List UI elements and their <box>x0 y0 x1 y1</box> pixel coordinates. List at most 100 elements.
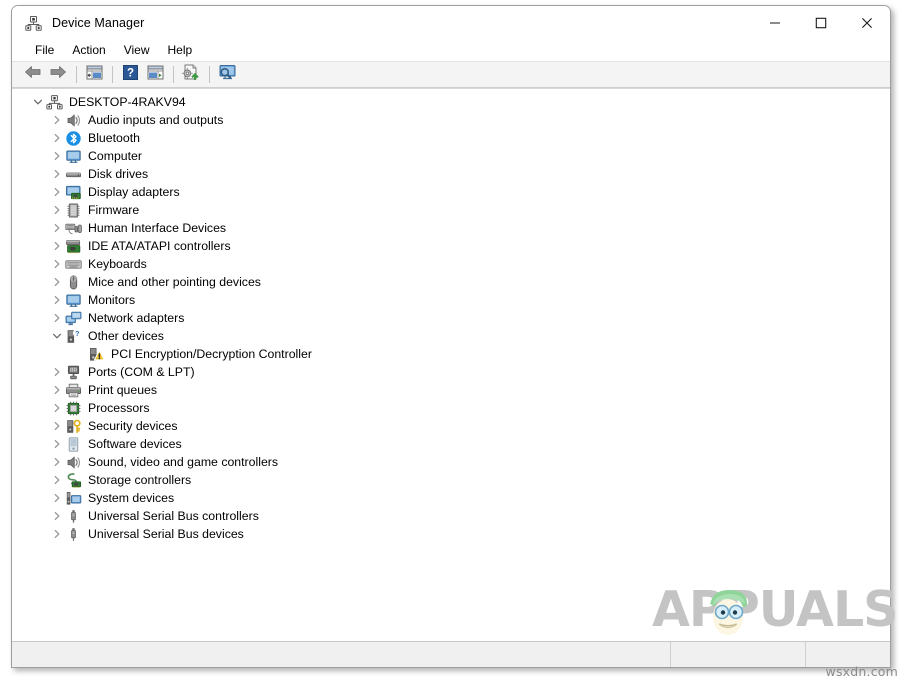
chevron-right-icon[interactable] <box>49 417 65 435</box>
menu-file[interactable]: File <box>26 41 63 60</box>
chevron-right-icon[interactable] <box>49 435 65 453</box>
storage-controller-icon <box>65 472 82 489</box>
back-button[interactable] <box>21 64 45 86</box>
close-button[interactable] <box>844 6 890 40</box>
window-controls <box>752 6 890 40</box>
unknown-device-warning-icon <box>88 346 105 363</box>
title-bar: Device Manager <box>12 6 890 40</box>
tree-node-human-interface-devices[interactable]: Human Interface Devices <box>12 219 890 237</box>
update-driver-button[interactable] <box>179 64 203 86</box>
tree-node-ports-com-and-lpt[interactable]: Ports (COM & LPT) <box>12 363 890 381</box>
scan-hardware-changes-button[interactable] <box>215 64 239 86</box>
monitor-icon <box>65 292 82 309</box>
tree-node-processors[interactable]: Processors <box>12 399 890 417</box>
tree-node-software-devices[interactable]: Software devices <box>12 435 890 453</box>
forward-button[interactable] <box>46 64 70 86</box>
chevron-right-icon[interactable] <box>49 507 65 525</box>
device-tree-pane[interactable]: DESKTOP-4RAKV94 Audio inputs and outputs B… <box>12 88 890 641</box>
tree-node-ide-ata-atapi-controllers[interactable]: IDE ATA/ATAPI controllers <box>12 237 890 255</box>
tree-node-label: Storage controllers <box>88 473 192 487</box>
tree-node-label: Bluetooth <box>88 131 140 145</box>
tree-node-label: Processors <box>88 401 150 415</box>
tree-node-label: Network adapters <box>88 311 185 325</box>
chevron-right-icon[interactable] <box>49 399 65 417</box>
screen-root: Device Manager File Action View Help ? D… <box>0 0 904 681</box>
tree-node-universal-serial-bus-controllers[interactable]: Universal Serial Bus controllers <box>12 507 890 525</box>
tree-node-disk-drives[interactable]: Disk drives <box>12 165 890 183</box>
tree-node-label: Ports (COM & LPT) <box>88 365 195 379</box>
minimize-button[interactable] <box>752 6 798 40</box>
tree-node-label: Display adapters <box>88 185 180 199</box>
network-adapter-icon <box>65 310 82 327</box>
menu-action[interactable]: Action <box>63 41 114 60</box>
mouse-icon <box>65 274 82 291</box>
chevron-down-icon[interactable] <box>30 93 46 111</box>
properties-panel-icon <box>147 65 164 85</box>
ide-controller-icon <box>65 238 82 255</box>
tree-node-bluetooth[interactable]: Bluetooth <box>12 129 890 147</box>
chevron-right-icon[interactable] <box>49 219 65 237</box>
svg-text:?: ? <box>75 329 80 338</box>
chevron-right-icon[interactable] <box>49 363 65 381</box>
tree-node-mice-and-other-pointing-devices[interactable]: Mice and other pointing devices <box>12 273 890 291</box>
tree-node-monitors[interactable]: Monitors <box>12 291 890 309</box>
security-key-icon <box>65 418 82 435</box>
tree-node-label: IDE ATA/ATAPI controllers <box>88 239 231 253</box>
site-tag: wsxdn.com <box>825 664 898 679</box>
tree-node-firmware[interactable]: Firmware <box>12 201 890 219</box>
status-cell-2 <box>671 642 805 668</box>
chevron-right-icon[interactable] <box>49 165 65 183</box>
chevron-right-icon[interactable] <box>49 525 65 543</box>
menu-view[interactable]: View <box>115 41 159 60</box>
chevron-right-icon[interactable] <box>49 471 65 489</box>
menu-help[interactable]: Help <box>159 41 202 60</box>
chevron-down-icon[interactable] <box>49 327 65 345</box>
tree-root-node[interactable]: DESKTOP-4RAKV94 <box>12 93 890 111</box>
tree-node-pci-encryption-decryption-controller[interactable]: PCI Encryption/Decryption Controller <box>12 345 890 363</box>
chevron-right-icon[interactable] <box>49 129 65 147</box>
chevron-right-icon[interactable] <box>49 381 65 399</box>
speaker-icon <box>65 454 82 471</box>
console-tree-icon <box>86 65 103 85</box>
other-device-icon: ? <box>65 328 82 345</box>
chevron-right-icon[interactable] <box>49 273 65 291</box>
toolbar: ? <box>12 62 890 88</box>
tree-node-keyboards[interactable]: Keyboards <box>12 255 890 273</box>
chevron-right-icon[interactable] <box>49 453 65 471</box>
properties-button[interactable] <box>143 64 167 86</box>
arrow-left-icon <box>24 65 42 84</box>
chevron-right-icon[interactable] <box>49 201 65 219</box>
tree-node-system-devices[interactable]: System devices <box>12 489 890 507</box>
software-device-icon <box>65 436 82 453</box>
processor-icon <box>65 400 82 417</box>
tree-node-display-adapters[interactable]: Display adapters <box>12 183 890 201</box>
monitor-icon <box>65 148 82 165</box>
tree-node-storage-controllers[interactable]: Storage controllers <box>12 471 890 489</box>
tree-node-network-adapters[interactable]: Network adapters <box>12 309 890 327</box>
chevron-right-icon[interactable] <box>49 111 65 129</box>
tree-node-label: DESKTOP-4RAKV94 <box>69 95 186 109</box>
tree-node-audio-inputs-and-outputs[interactable]: Audio inputs and outputs <box>12 111 890 129</box>
tree-node-print-queues[interactable]: Print queues <box>12 381 890 399</box>
tree-node-other-devices[interactable]: ? Other devices <box>12 327 890 345</box>
tree-node-computer[interactable]: Computer <box>12 147 890 165</box>
chevron-right-icon[interactable] <box>49 291 65 309</box>
tree-node-sound-video-and-game-controllers[interactable]: Sound, video and game controllers <box>12 453 890 471</box>
tree-node-universal-serial-bus-devices[interactable]: Universal Serial Bus devices <box>12 525 890 543</box>
help-button[interactable]: ? <box>118 64 142 86</box>
chevron-right-icon[interactable] <box>49 489 65 507</box>
tree-node-label: Audio inputs and outputs <box>88 113 224 127</box>
chevron-right-icon[interactable] <box>49 183 65 201</box>
device-tree: DESKTOP-4RAKV94 Audio inputs and outputs B… <box>12 89 890 543</box>
tree-node-label: Disk drives <box>88 167 149 181</box>
tree-node-security-devices[interactable]: Security devices <box>12 417 890 435</box>
chevron-right-icon[interactable] <box>49 255 65 273</box>
show-hide-console-tree-button[interactable] <box>82 64 106 86</box>
toolbar-separator <box>209 66 210 83</box>
chevron-right-icon[interactable] <box>49 309 65 327</box>
device-manager-window: Device Manager File Action View Help ? D… <box>11 5 891 668</box>
maximize-button[interactable] <box>798 6 844 40</box>
tree-node-label: Software devices <box>88 437 182 451</box>
chevron-right-icon[interactable] <box>49 237 65 255</box>
chevron-right-icon[interactable] <box>49 147 65 165</box>
